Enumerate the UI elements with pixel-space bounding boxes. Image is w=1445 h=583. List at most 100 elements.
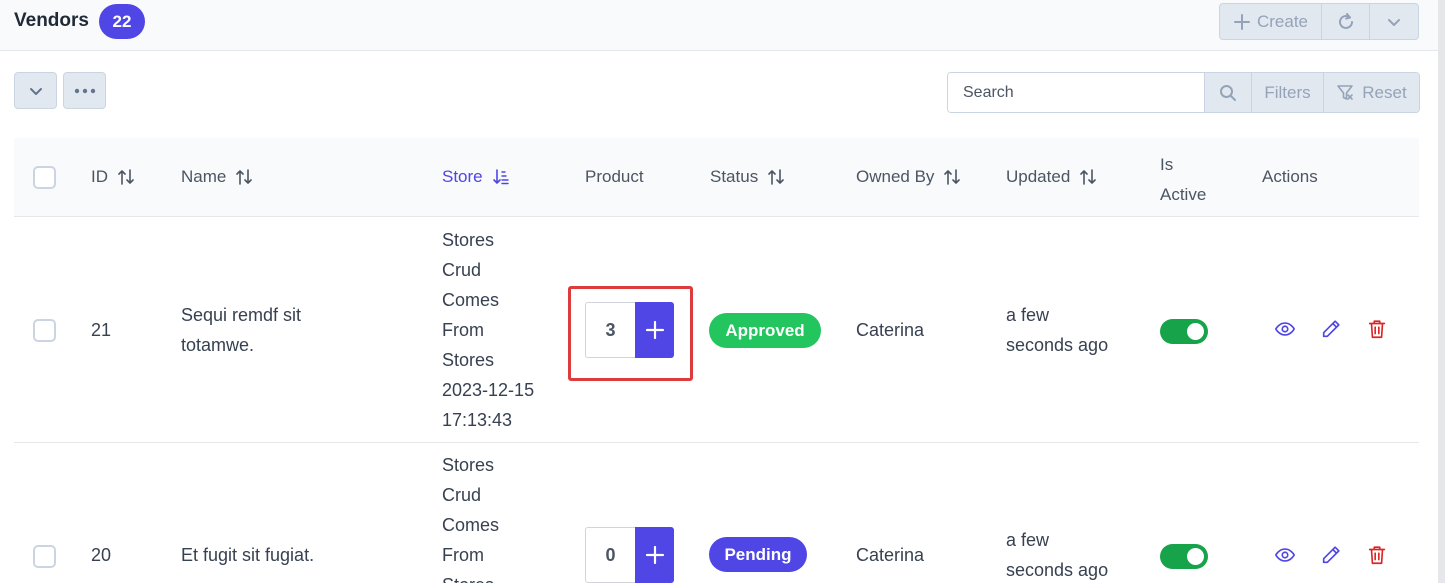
row-owner: Caterina bbox=[856, 545, 925, 565]
column-header-product: Product bbox=[585, 167, 644, 187]
header-actions: Create bbox=[1219, 3, 1419, 40]
filters-button[interactable]: Filters bbox=[1251, 73, 1323, 112]
trash-icon bbox=[1368, 546, 1386, 565]
updated-line: a few bbox=[1006, 305, 1050, 325]
column-header-actions: Actions bbox=[1262, 167, 1318, 187]
reset-button[interactable]: Reset bbox=[1323, 73, 1419, 112]
store-line: Stores bbox=[442, 230, 495, 250]
column-header-owned-by[interactable]: Owned By bbox=[856, 167, 961, 187]
product-stepper: 0 bbox=[585, 527, 674, 583]
product-count: 0 bbox=[585, 527, 635, 583]
column-label: Store bbox=[442, 167, 483, 186]
vendor-count-badge: 22 bbox=[99, 4, 145, 39]
sort-icon bbox=[118, 169, 134, 185]
pencil-icon bbox=[1322, 320, 1340, 338]
status-badge: Pending bbox=[709, 537, 807, 572]
scrollbar-track[interactable] bbox=[1438, 0, 1445, 583]
eye-icon bbox=[1274, 322, 1296, 336]
store-line: 17:13:43 bbox=[442, 410, 513, 430]
column-label: ID bbox=[91, 167, 108, 186]
store-line: Crud bbox=[442, 260, 482, 280]
updated-line: seconds ago bbox=[1006, 335, 1109, 355]
sort-icon bbox=[944, 169, 961, 185]
bulk-actions-button[interactable] bbox=[63, 72, 106, 109]
eye-icon bbox=[1274, 548, 1296, 562]
is-active-toggle[interactable] bbox=[1160, 544, 1208, 569]
edit-button[interactable] bbox=[1319, 543, 1343, 567]
view-button[interactable] bbox=[1273, 317, 1297, 341]
table-row: 20 Et fugit sit fugiat. Stores Crud Come… bbox=[14, 443, 1419, 583]
create-label: Create bbox=[1256, 11, 1309, 31]
add-product-button[interactable] bbox=[635, 527, 674, 583]
store-line: Crud bbox=[442, 485, 482, 505]
page-header: Vendors 22 Create bbox=[0, 0, 1438, 51]
column-header-updated[interactable]: Updated bbox=[1006, 167, 1097, 187]
row-select-checkbox[interactable] bbox=[33, 319, 56, 342]
delete-button[interactable] bbox=[1365, 317, 1389, 341]
view-button[interactable] bbox=[1273, 543, 1297, 567]
sort-descending-icon bbox=[492, 169, 509, 185]
filter-off-icon bbox=[1337, 84, 1354, 100]
row-store: Stores Crud Comes From Stores bbox=[442, 450, 562, 583]
reset-label: Reset bbox=[1362, 82, 1407, 102]
edit-button[interactable] bbox=[1319, 317, 1343, 341]
select-all-checkbox[interactable] bbox=[33, 166, 56, 189]
column-header-is-active: Is Active bbox=[1160, 155, 1207, 204]
trash-icon bbox=[1368, 320, 1386, 339]
collapse-button[interactable] bbox=[14, 72, 57, 109]
store-line: Comes bbox=[442, 515, 500, 535]
chevron-down-icon bbox=[29, 87, 42, 95]
row-id: 21 bbox=[91, 320, 112, 340]
row-updated: a few seconds ago bbox=[1006, 525, 1108, 583]
column-label: Owned By bbox=[856, 167, 935, 186]
search-button[interactable] bbox=[1204, 73, 1251, 112]
store-line: Stores bbox=[442, 455, 495, 475]
delete-button[interactable] bbox=[1365, 543, 1389, 567]
row-name-line: totamwe. bbox=[181, 335, 255, 355]
column-label: Product bbox=[585, 167, 644, 186]
column-header-name[interactable]: Name bbox=[181, 167, 253, 187]
sort-icon bbox=[768, 169, 785, 185]
column-header-store[interactable]: Store bbox=[442, 167, 509, 187]
refresh-icon bbox=[1338, 12, 1353, 29]
refresh-button[interactable] bbox=[1322, 4, 1370, 39]
highlight-box bbox=[568, 286, 693, 381]
plus-icon bbox=[1233, 13, 1250, 30]
store-line: Stores bbox=[442, 570, 562, 583]
is-active-toggle[interactable] bbox=[1160, 319, 1208, 344]
more-dots-icon bbox=[74, 88, 95, 93]
sort-icon bbox=[236, 169, 253, 185]
row-updated: a few seconds ago bbox=[1006, 300, 1108, 360]
sort-icon bbox=[1080, 169, 1097, 185]
row-name: Et fugit sit fugiat. bbox=[181, 545, 315, 565]
column-label: Updated bbox=[1006, 167, 1071, 186]
store-line: Stores bbox=[442, 350, 495, 370]
search-input[interactable] bbox=[948, 73, 1204, 112]
filters-label: Filters bbox=[1264, 82, 1311, 102]
search-icon bbox=[1220, 84, 1236, 101]
row-select-checkbox[interactable] bbox=[33, 545, 56, 568]
search-bar: Filters Reset bbox=[947, 72, 1420, 113]
more-actions-button[interactable] bbox=[1370, 4, 1418, 39]
store-line: From bbox=[442, 545, 484, 565]
table-header: ID Name Store Product Status Owned By Up… bbox=[14, 138, 1419, 217]
row-store: Stores Crud Comes From Stores 2023-12-15… bbox=[442, 225, 562, 435]
store-line: From bbox=[442, 320, 484, 340]
column-header-id[interactable]: ID bbox=[91, 167, 134, 187]
create-button[interactable]: Create bbox=[1220, 4, 1322, 39]
table-row: 21 Sequi remdf sit totamwe. Stores Crud … bbox=[14, 217, 1419, 443]
column-label: Status bbox=[710, 167, 759, 186]
updated-line: seconds ago bbox=[1006, 560, 1109, 580]
store-line: 2023-12-15 bbox=[442, 380, 535, 400]
column-header-status[interactable]: Status bbox=[710, 167, 785, 187]
store-line: Comes bbox=[442, 290, 500, 310]
page-title: Vendors bbox=[14, 10, 89, 31]
row-name: Sequi remdf sit totamwe. bbox=[181, 300, 301, 360]
column-label: Actions bbox=[1262, 167, 1318, 186]
column-label: Name bbox=[181, 167, 227, 186]
chevron-down-icon bbox=[1388, 18, 1400, 26]
row-name-line: Sequi remdf sit bbox=[181, 305, 302, 325]
status-badge: Approved bbox=[709, 313, 821, 348]
plus-icon bbox=[645, 545, 664, 565]
pencil-icon bbox=[1322, 546, 1340, 564]
